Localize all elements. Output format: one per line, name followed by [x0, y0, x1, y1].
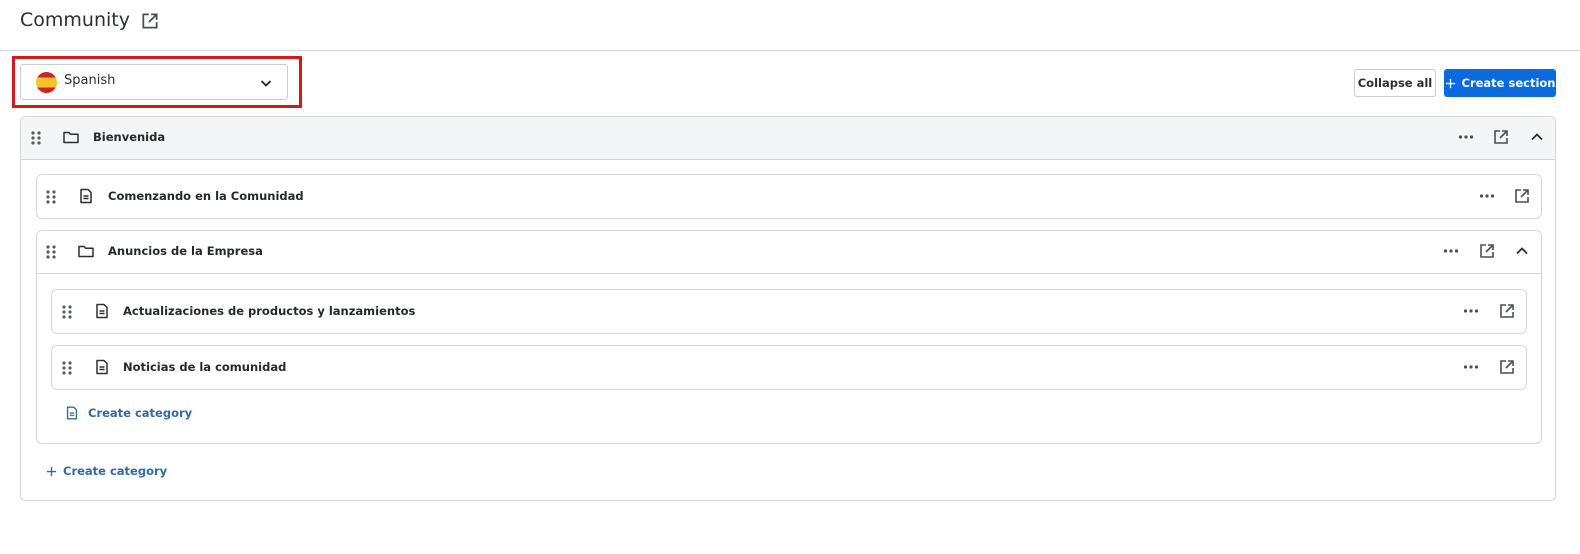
create-category-link[interactable]: Create category [64, 405, 192, 421]
section-header: Bienvenida [21, 117, 1555, 160]
item-title: Comenzando en la Comunidad [108, 189, 304, 203]
folder-item: Anuncios de la Empresa Actualizaciones d… [36, 230, 1542, 444]
page-header: Community [0, 0, 1580, 51]
chevron-down-icon [259, 76, 273, 90]
item-title: Actualizaciones de productos y lanzamien… [123, 304, 416, 318]
drag-handle-icon[interactable] [46, 245, 56, 259]
more-options-icon[interactable] [1462, 302, 1480, 320]
drag-handle-icon[interactable] [62, 361, 72, 375]
drag-handle-icon[interactable] [31, 131, 41, 145]
folder-icon [77, 242, 95, 260]
collapse-all-button[interactable]: Collapse all [1354, 69, 1436, 97]
list-item[interactable]: Actualizaciones de productos y lanzamien… [51, 289, 1527, 334]
list-item[interactable]: Comenzando en la Comunidad [36, 174, 1542, 219]
folder-title: Anuncios de la Empresa [108, 244, 263, 258]
more-options-icon[interactable] [1442, 242, 1460, 260]
spain-flag-icon [36, 72, 57, 93]
section-title: Bienvenida [93, 130, 166, 144]
language-selected-value: Spanish [64, 73, 116, 88]
external-link-icon[interactable] [1492, 128, 1510, 146]
plus-icon [46, 466, 57, 477]
more-options-icon[interactable] [1457, 128, 1475, 146]
create-category-label: Create category [88, 406, 193, 420]
document-icon [64, 405, 80, 421]
chevron-up-icon[interactable] [1528, 128, 1546, 146]
more-options-icon[interactable] [1478, 187, 1496, 205]
chevron-up-icon[interactable] [1513, 242, 1531, 260]
external-link-icon[interactable] [1498, 302, 1516, 320]
document-icon [93, 302, 111, 320]
folder-icon [62, 128, 80, 146]
create-section-label: Create section [1461, 76, 1556, 90]
drag-handle-icon[interactable] [46, 190, 56, 204]
more-options-icon[interactable] [1462, 358, 1480, 376]
create-category-link[interactable]: Create category [46, 464, 167, 478]
create-section-button[interactable]: Create section [1444, 69, 1556, 97]
external-link-icon[interactable] [1513, 187, 1531, 205]
list-item[interactable]: Noticias de la comunidad [51, 345, 1527, 390]
external-link-icon[interactable] [140, 11, 160, 31]
folder-header[interactable]: Anuncios de la Empresa [37, 231, 1541, 274]
language-dropdown[interactable]: Spanish [20, 64, 288, 100]
drag-handle-icon[interactable] [62, 305, 72, 319]
document-icon [93, 358, 111, 376]
section-bienvenida: Bienvenida Comenzando en la Comunidad An… [20, 116, 1556, 501]
document-icon [77, 187, 95, 205]
plus-icon [1445, 78, 1456, 89]
create-category-label: Create category [63, 464, 168, 478]
external-link-icon[interactable] [1498, 358, 1516, 376]
external-link-icon[interactable] [1478, 242, 1496, 260]
item-title: Noticias de la comunidad [123, 360, 287, 374]
page-title: Community [20, 9, 130, 31]
